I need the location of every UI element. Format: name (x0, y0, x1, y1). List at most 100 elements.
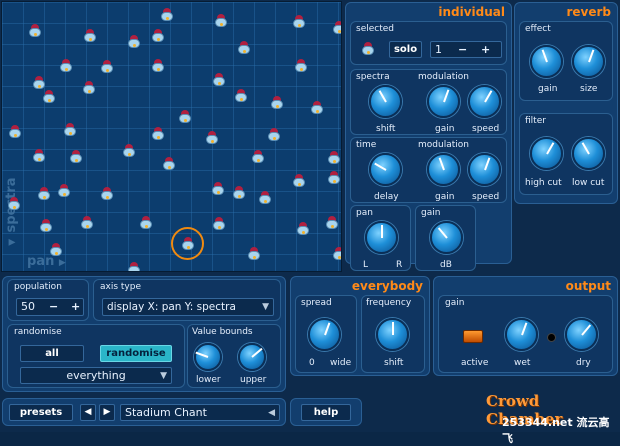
singer-icon[interactable] (237, 41, 251, 55)
singer-icon[interactable] (69, 150, 83, 164)
upper-bound-knob[interactable] (238, 343, 266, 371)
plugin-window: ◀ spectra pan ▶ individual selected solo… (0, 0, 620, 445)
singer-icon[interactable] (214, 14, 228, 28)
singer-icon[interactable] (139, 216, 153, 230)
singer-icon[interactable] (205, 131, 219, 145)
singer-icon[interactable] (151, 59, 165, 73)
singer-icon[interactable] (327, 171, 341, 185)
singer-icon[interactable] (151, 127, 165, 141)
plus-button[interactable]: + (481, 42, 490, 58)
singer-icon[interactable] (100, 60, 114, 74)
axis-type-select[interactable]: display X: pan Y: spectra ▼ (102, 298, 274, 316)
spectra-shift-knob[interactable] (369, 85, 402, 118)
singer-icon[interactable] (59, 59, 73, 73)
spectra-label: spectra (356, 72, 390, 82)
next-preset-button[interactable]: ▶ (99, 404, 115, 421)
spread-label: spread (301, 298, 332, 308)
all-button[interactable]: all (20, 345, 84, 362)
singer-icon[interactable] (332, 21, 341, 35)
time-mod-speed-knob[interactable] (468, 153, 501, 186)
randomise-target-select[interactable]: everything ▼ (20, 367, 172, 384)
singer-icon[interactable] (181, 237, 195, 251)
individual-gain-knob[interactable] (430, 221, 463, 254)
singer-icon[interactable] (39, 219, 53, 233)
randomise-button[interactable]: randomise (100, 345, 172, 362)
singer-icon[interactable] (234, 89, 248, 103)
plus-button[interactable]: + (71, 299, 80, 315)
selected-singer[interactable] (171, 227, 204, 260)
solo-button[interactable]: solo (389, 41, 422, 58)
pan-knob[interactable] (365, 221, 398, 254)
minus-button[interactable]: − (458, 42, 467, 58)
singer-icon[interactable] (8, 125, 22, 139)
selected-label: selected (356, 24, 394, 34)
singer-icon[interactable] (270, 96, 284, 110)
singer-icon[interactable] (63, 123, 77, 137)
spectra-mod-gain-knob[interactable] (427, 85, 460, 118)
reverb-gain-knob[interactable] (530, 45, 563, 78)
crowd-settings-panel: population 50 − + axis type display X: p… (2, 276, 286, 392)
help-button[interactable]: help (301, 404, 351, 421)
high-cut-knob[interactable] (530, 137, 563, 170)
wet-knob[interactable] (505, 318, 538, 351)
singer-icon[interactable] (83, 29, 97, 43)
singer-stepper[interactable]: 1 − + (430, 41, 502, 58)
spread-knob[interactable] (308, 318, 341, 351)
singer-icon[interactable] (42, 90, 56, 104)
singer-icon[interactable] (7, 197, 21, 211)
singer-icon[interactable] (160, 8, 174, 22)
axis-type-value: display X: pan Y: spectra (107, 301, 236, 313)
crowd-grid[interactable]: ◀ spectra pan ▶ (1, 1, 342, 272)
singer-icon[interactable] (32, 149, 46, 163)
singer-icon[interactable] (32, 76, 46, 90)
singer-icon[interactable] (37, 187, 51, 201)
singer-icon[interactable] (296, 222, 310, 236)
singer-icon[interactable] (267, 128, 281, 142)
modulation-label: modulation (418, 72, 469, 82)
singer-icon[interactable] (162, 157, 176, 171)
singer-icon[interactable] (258, 191, 272, 205)
frequency-shift-knob[interactable] (376, 318, 409, 351)
singer-icon[interactable] (49, 243, 63, 257)
time-mod-gain-knob[interactable] (427, 153, 460, 186)
singer-icon[interactable] (57, 184, 71, 198)
singer-icon[interactable] (80, 216, 94, 230)
singer-icon[interactable] (211, 182, 225, 196)
singer-icon[interactable] (212, 73, 226, 87)
singer-icon[interactable] (28, 24, 42, 38)
spectra-mod-speed-knob[interactable] (468, 85, 501, 118)
population-stepper[interactable]: 50 − + (16, 298, 84, 316)
singer-icon[interactable] (82, 81, 96, 95)
high-cut-label: high cut (525, 178, 562, 188)
preset-name-select[interactable]: Stadium Chant ◀ (120, 404, 280, 421)
minus-button[interactable]: − (49, 299, 58, 315)
singer-icon[interactable] (292, 15, 306, 29)
singer-icon[interactable] (232, 186, 246, 200)
singer-icon[interactable] (332, 247, 341, 261)
singer-icon[interactable] (292, 174, 306, 188)
singer-icon[interactable] (100, 187, 114, 201)
singer-icon[interactable] (127, 262, 141, 271)
dry-knob[interactable] (565, 318, 598, 351)
singer-icon[interactable] (151, 29, 165, 43)
time-delay-knob[interactable] (369, 153, 402, 186)
spread-max-label: wide (330, 358, 352, 368)
delay-label: delay (374, 192, 399, 202)
low-cut-knob[interactable] (572, 137, 605, 170)
prev-preset-button[interactable]: ◀ (80, 404, 96, 421)
reverb-size-knob[interactable] (572, 45, 605, 78)
presets-button[interactable]: presets (9, 404, 73, 421)
singer-icon[interactable] (178, 110, 192, 124)
singer-icon[interactable] (294, 59, 308, 73)
active-toggle[interactable] (463, 330, 483, 343)
singer-icon[interactable] (127, 35, 141, 49)
singer-icon[interactable] (247, 247, 261, 261)
lower-bound-knob[interactable] (194, 343, 222, 371)
singer-icon[interactable] (122, 144, 136, 158)
pan-label: pan (356, 208, 373, 218)
singer-icon[interactable] (325, 216, 339, 230)
singer-icon[interactable] (212, 217, 226, 231)
singer-icon[interactable] (251, 150, 265, 164)
singer-icon[interactable] (310, 101, 324, 115)
singer-icon[interactable] (327, 151, 341, 165)
